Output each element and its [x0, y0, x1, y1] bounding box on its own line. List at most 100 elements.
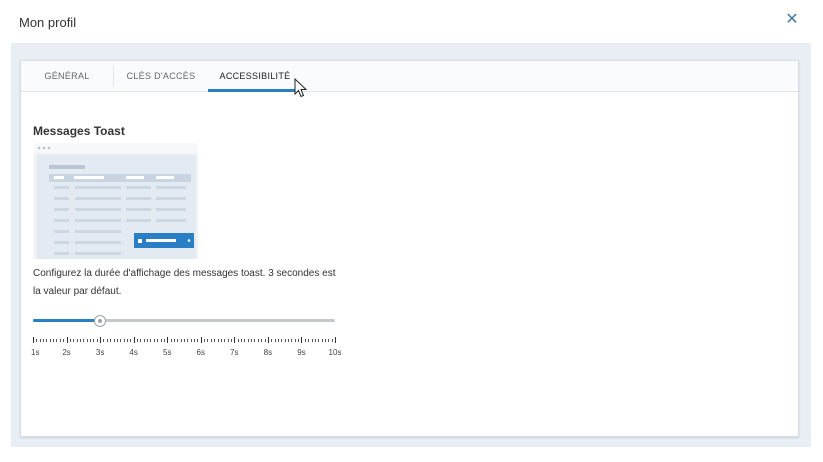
slider-ticks	[33, 337, 336, 347]
slider-tick	[133, 337, 135, 343]
slider-tick	[254, 339, 256, 342]
slider-tick	[90, 339, 92, 342]
slider-tick	[53, 339, 55, 342]
slider-tick	[251, 339, 253, 342]
slider-tick-label: 2s	[62, 348, 71, 357]
slider-tick	[59, 339, 61, 342]
slider-tick-label: 8s	[263, 348, 273, 357]
slider-tick	[284, 339, 286, 342]
slider-tick	[49, 339, 51, 342]
slider-tick	[335, 337, 336, 343]
slider-tick	[100, 337, 102, 343]
slider-tick	[187, 339, 189, 342]
slider-tick	[241, 339, 243, 342]
slider-tick	[103, 339, 105, 342]
slider-tick	[247, 339, 249, 342]
slider-tick	[39, 339, 41, 342]
slider-tick	[167, 337, 169, 343]
slider-tick	[210, 339, 212, 342]
slider-tick-label: 5s	[162, 348, 172, 357]
slider-tick	[137, 339, 139, 342]
slider-tick-label: 4s	[129, 348, 138, 357]
slider-tick	[116, 339, 118, 342]
slider-tick	[194, 339, 196, 342]
slider-tick	[160, 339, 162, 342]
slider-tick	[277, 339, 279, 342]
slider-tick	[328, 339, 330, 342]
slider-tick	[110, 339, 112, 342]
slider-tick	[36, 339, 38, 342]
slider-tick	[113, 339, 115, 342]
slider-tick	[301, 337, 303, 343]
slider-tick	[204, 339, 206, 342]
slider-tick	[56, 339, 58, 342]
slider-tick	[324, 339, 326, 342]
slider-tick	[257, 339, 259, 342]
slider-tick-label: 10s	[328, 348, 342, 357]
slider-tick	[123, 339, 125, 342]
slider-tick	[83, 339, 85, 342]
slider-tick	[291, 339, 293, 342]
slider-tick	[190, 339, 192, 342]
slider-tick	[163, 339, 165, 342]
slider-tick-label: 9s	[297, 348, 306, 357]
slider-tick	[86, 339, 88, 342]
mouse-pointer-icon	[294, 78, 308, 98]
slider-tick	[180, 339, 182, 342]
section-title: Messages Toast	[33, 124, 125, 138]
tab-bar: GÉNÉRAL CLÉS D'ACCÈS ACCESSIBILITÉ	[21, 61, 798, 92]
slider-tick	[230, 339, 232, 342]
slider-tick	[224, 339, 226, 342]
slider-tick	[234, 337, 236, 343]
slider-tick	[43, 339, 45, 342]
tab-access-keys[interactable]: CLÉS D'ACCÈS	[114, 61, 208, 91]
toast-illustration	[34, 143, 198, 259]
slider-tick	[271, 339, 273, 342]
slider-tick	[126, 339, 128, 342]
slider-tick	[143, 339, 145, 342]
slider-tick	[274, 339, 276, 342]
slider-tick	[106, 339, 108, 342]
slider-tick	[173, 339, 175, 342]
slider-tick	[227, 339, 229, 342]
slider-tick	[207, 339, 209, 342]
slider-tick	[153, 339, 155, 342]
slider-tick	[331, 339, 333, 342]
slider-tick	[76, 339, 78, 342]
slider-tick	[140, 339, 142, 342]
slider-tick	[170, 339, 172, 342]
slider-tick	[314, 339, 316, 342]
slider-fill	[33, 319, 101, 322]
toast-duration-slider[interactable]	[33, 312, 335, 328]
slider-tick-label: 6s	[196, 348, 205, 357]
slider-tick	[321, 339, 323, 342]
slider-tick	[220, 339, 222, 342]
slider-tick	[267, 337, 269, 343]
close-button[interactable]: ✕	[783, 11, 801, 29]
slider-tick	[147, 339, 149, 342]
slider-tick	[150, 339, 152, 342]
tab-general[interactable]: GÉNÉRAL	[21, 61, 113, 91]
slider-tick	[69, 339, 71, 342]
slider-tick	[261, 339, 263, 342]
slider-tick	[46, 339, 48, 342]
slider-tick	[33, 337, 34, 343]
slider-tick	[308, 339, 310, 342]
slider-tick	[281, 339, 283, 342]
slider-tick-labels: 1s 2s 3s 4s 5s 6s 7s 8s 9s 10s	[31, 348, 343, 360]
slider-tick	[197, 339, 199, 342]
slider-tick	[288, 339, 290, 342]
slider-tick	[63, 339, 65, 342]
slider-tick	[184, 339, 185, 342]
slider-tick	[79, 339, 81, 342]
dialog-title: Mon profil	[19, 15, 77, 30]
slider-thumb[interactable]	[94, 315, 107, 327]
slider-tick	[214, 339, 216, 342]
slider-tick	[157, 339, 159, 342]
toast-description: Configurez la durée d'affichage des mess…	[33, 268, 336, 297]
tab-accessibility[interactable]: ACCESSIBILITÉ	[208, 61, 302, 92]
slider-tick-label: 7s	[230, 348, 239, 357]
slider-tick	[237, 339, 239, 342]
slider-tick	[311, 339, 313, 342]
slider-tick-label: 3s	[95, 348, 105, 357]
